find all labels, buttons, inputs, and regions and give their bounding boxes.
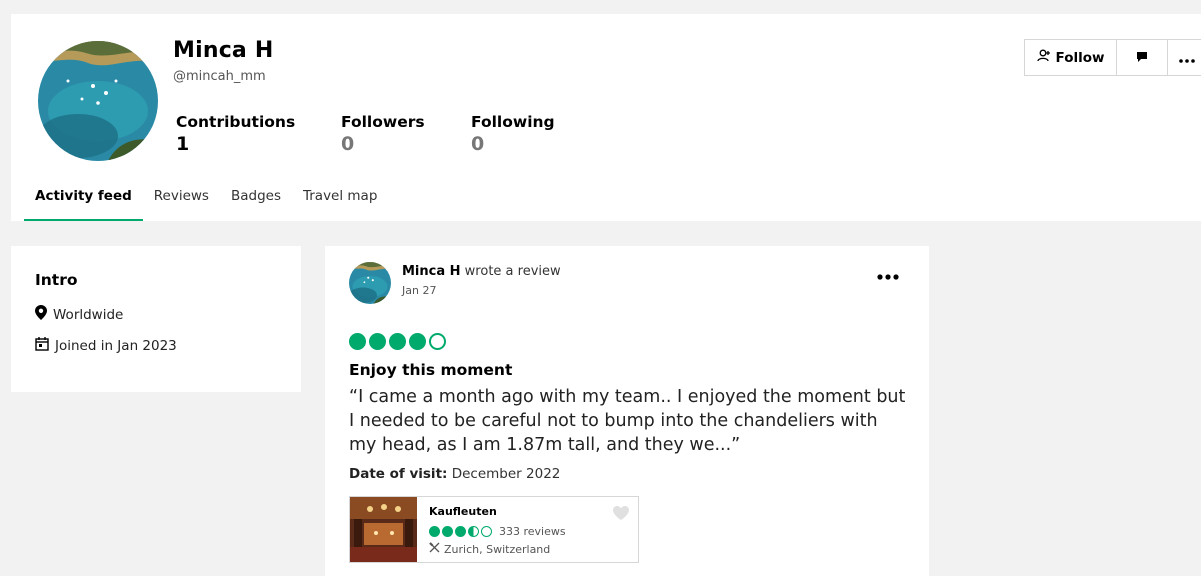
- more-horizontal-icon: [1179, 48, 1195, 67]
- rating-bubble-icon: [442, 526, 453, 537]
- profile-name: Minca H: [173, 38, 274, 63]
- place-rating-bubbles: [429, 526, 492, 537]
- more-options-button[interactable]: [1167, 39, 1201, 76]
- rating-bubble-icon: [409, 333, 426, 350]
- place-location-text: Zurich, Switzerland: [444, 542, 551, 556]
- avatar[interactable]: [349, 262, 391, 304]
- rating-bubble-icon: [455, 526, 466, 537]
- review-date-of-visit: Date of visit: December 2022: [349, 466, 560, 482]
- place-review-count: 333 reviews: [499, 525, 566, 538]
- review-author[interactable]: Minca H: [402, 264, 461, 279]
- review-more-icon[interactable]: [877, 264, 899, 284]
- review-date: Jan 27: [402, 284, 437, 297]
- rating-bubble-icon: [468, 526, 479, 537]
- intro-location: Worldwide: [35, 305, 123, 324]
- intro-joined-text: Joined in Jan 2023: [55, 338, 177, 354]
- intro-card: Intro Worldwide Joined in Jan 2023: [11, 246, 301, 392]
- intro-location-text: Worldwide: [53, 306, 124, 323]
- stat-value: 0: [471, 133, 485, 155]
- visit-value: December 2022: [447, 466, 561, 482]
- follow-label: Follow: [1055, 49, 1105, 66]
- calendar-icon: [35, 337, 49, 355]
- stat-value: 0: [341, 133, 355, 155]
- stat-followers[interactable]: Followers 0: [341, 113, 425, 155]
- profile-handle: @mincah_mm: [173, 69, 266, 84]
- review-rating: [349, 333, 446, 350]
- stat-label: Contributions: [176, 113, 296, 131]
- rating-bubble-icon: [429, 526, 440, 537]
- place-rating: 333 reviews: [429, 525, 566, 538]
- stat-following[interactable]: Following 0: [471, 113, 555, 155]
- review-action: wrote a review: [460, 264, 561, 279]
- place-card[interactable]: Kaufleuten 333 reviews Zurich, Switzerla…: [349, 496, 639, 563]
- review-text[interactable]: “I came a month ago with my team.. I enj…: [349, 385, 909, 457]
- stat-label: Following: [471, 113, 555, 131]
- review-byline: Minca H wrote a review: [402, 264, 561, 279]
- review-card: Minca H wrote a review Jan 27 Enjoy this…: [325, 246, 929, 576]
- place-name: Kaufleuten: [429, 505, 497, 518]
- intro-joined: Joined in Jan 2023: [35, 337, 177, 355]
- restaurant-icon: [429, 542, 440, 556]
- rating-bubble-icon: [369, 333, 386, 350]
- tab-reviews[interactable]: Reviews: [143, 189, 220, 221]
- follow-button[interactable]: Follow: [1024, 39, 1117, 76]
- place-location: Zurich, Switzerland: [429, 542, 550, 556]
- rating-bubble-icon: [429, 333, 446, 350]
- rating-bubble-icon: [349, 333, 366, 350]
- intro-title: Intro: [35, 271, 78, 289]
- stat-label: Followers: [341, 113, 425, 131]
- review-title[interactable]: Enjoy this moment: [349, 361, 512, 379]
- stat-value: 1: [176, 133, 190, 155]
- profile-tabs: Activity feed Reviews Badges Travel map: [24, 189, 388, 221]
- avatar[interactable]: [38, 41, 158, 161]
- message-button[interactable]: [1116, 39, 1168, 76]
- add-user-icon: [1036, 49, 1051, 66]
- heart-icon[interactable]: [612, 505, 630, 525]
- message-icon: [1136, 48, 1148, 67]
- stat-contributions[interactable]: Contributions 1: [176, 113, 295, 155]
- location-pin-icon: [35, 305, 47, 324]
- tab-travel-map[interactable]: Travel map: [292, 189, 388, 221]
- rating-bubble-icon: [481, 526, 492, 537]
- rating-bubble-icon: [389, 333, 406, 350]
- profile-header: Minca H @mincah_mm Contributions 1 Follo…: [11, 14, 1201, 221]
- tab-badges[interactable]: Badges: [220, 189, 292, 221]
- visit-label: Date of visit:: [349, 466, 448, 482]
- place-thumbnail: [350, 497, 417, 562]
- tab-activity-feed[interactable]: Activity feed: [24, 189, 143, 221]
